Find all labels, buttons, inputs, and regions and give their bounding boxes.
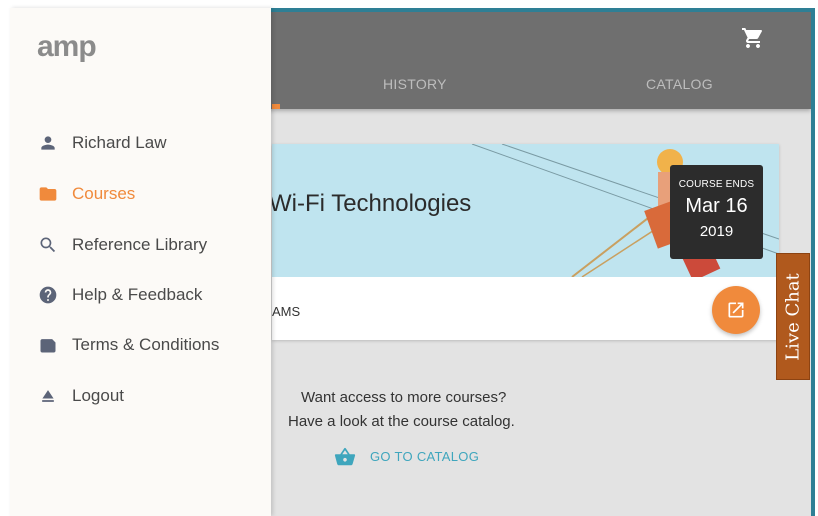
go-to-catalog-label: GO TO CATALOG <box>370 449 480 464</box>
person-icon <box>41 136 55 150</box>
nav-item-reference-library[interactable]: Reference Library <box>10 227 271 263</box>
amp-logo: amp <box>37 30 97 64</box>
label-icon <box>40 339 56 353</box>
promo-line-1: Want access to more courses? <box>301 389 507 406</box>
course-end-year: 2019 <box>699 223 734 240</box>
help-icon <box>39 286 57 304</box>
nav-item-label: Logout <box>72 386 124 405</box>
course-subtitle: AMS <box>272 304 301 319</box>
search-icon <box>40 237 56 253</box>
eject-icon <box>42 390 54 402</box>
navigation-drawer: amp Richard Law Courses Reference Librar… <box>10 8 271 516</box>
tab-indicator <box>272 104 280 109</box>
nav-item-label: Reference Library <box>72 235 208 254</box>
tab-catalog[interactable]: CATALOG <box>646 76 713 92</box>
shopping-cart-icon[interactable] <box>741 26 765 50</box>
nav-item-label: Courses <box>72 184 136 203</box>
nav-item-terms-conditions[interactable]: Terms & Conditions <box>10 327 271 363</box>
course-banner: Wi-Fi Technologies COURSE ENDS Mar 16 20… <box>272 144 779 277</box>
course-card[interactable]: Wi-Fi Technologies COURSE ENDS Mar 16 20… <box>272 144 779 340</box>
amp-logo-text: amp <box>37 30 97 63</box>
live-chat-button[interactable]: Live Chat <box>776 253 810 380</box>
nav-item-label: Richard Law <box>72 133 167 152</box>
course-end-label: COURSE ENDS <box>678 179 755 190</box>
folder-icon <box>39 187 57 201</box>
nav-item-logout[interactable]: Logout <box>10 378 271 414</box>
nav-item-label: Help & Feedback <box>72 285 203 304</box>
live-chat-label: Live Chat <box>782 272 804 361</box>
shopping-basket-icon <box>334 447 356 466</box>
nav-item-label: Terms & Conditions <box>72 335 220 354</box>
course-end-date: Mar 16 <box>685 195 748 217</box>
promo-line-2: Have a look at the course catalog. <box>288 413 515 430</box>
tab-history[interactable]: HISTORY <box>383 76 447 92</box>
open-course-button[interactable] <box>712 286 760 334</box>
course-title: Wi-Fi Technologies <box>272 190 472 217</box>
open-in-new-icon <box>728 302 744 318</box>
course-end-badge: COURSE ENDS Mar 16 2019 <box>670 165 763 259</box>
nav-item-courses[interactable]: Courses <box>10 176 271 212</box>
nav-item-help-feedback[interactable]: Help & Feedback <box>10 277 271 313</box>
nav-item-profile[interactable]: Richard Law <box>10 125 271 161</box>
